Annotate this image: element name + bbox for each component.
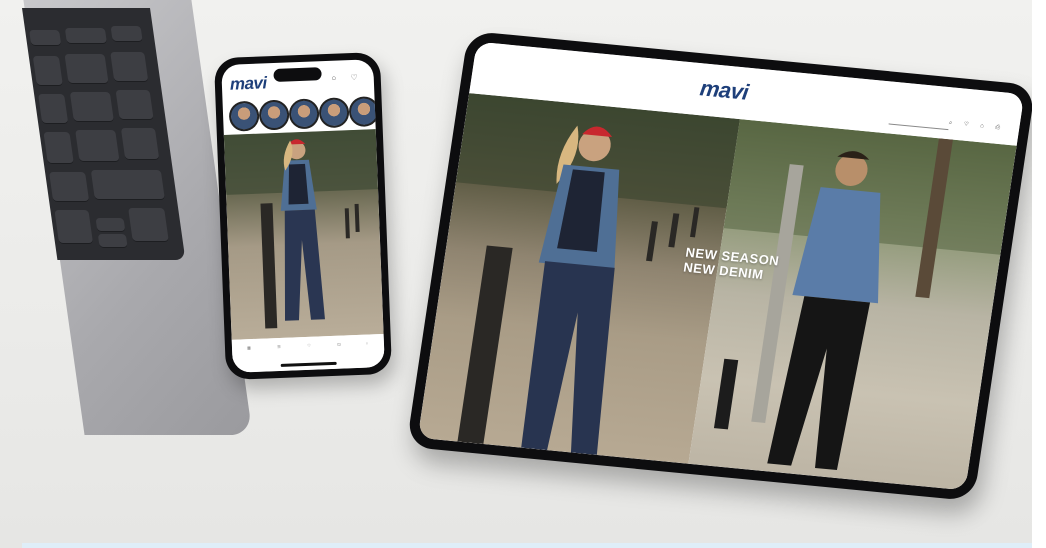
tab-home-icon[interactable]: ▦ <box>238 345 260 351</box>
tablet-brand-logo[interactable]: mavi <box>698 75 750 105</box>
tablet-header-icons[interactable]: ⌕ ♡ ⌂ ⎙ <box>948 120 1005 132</box>
story-avatar[interactable] <box>348 96 380 128</box>
story-avatar[interactable] <box>288 98 320 130</box>
phone-brand-logo[interactable]: mavi <box>230 73 267 94</box>
tablet-hero-banner[interactable]: NEW SEASON NEW DENIM <box>417 93 1017 491</box>
right-margin <box>1032 0 1046 548</box>
phone-header-icons[interactable]: ○ ♡ <box>331 73 364 83</box>
bottom-strip <box>22 543 1032 548</box>
story-avatar[interactable] <box>318 97 350 129</box>
smartphone: mavi ○ ♡ ▦ ☰ ♡ ⊡ ○ <box>213 51 393 381</box>
phone-hero-image[interactable] <box>223 129 384 340</box>
tab-categories-icon[interactable]: ☰ <box>268 344 290 350</box>
phone-notch <box>273 67 322 83</box>
story-avatar[interactable] <box>228 100 260 132</box>
hero-right-photo <box>688 119 1017 491</box>
tablet: mavi ⌕ ♡ ⌂ ⎙ NEW SEASON NEW DENIM <box>406 30 1036 502</box>
tab-cart-icon[interactable]: ⊡ <box>328 341 350 347</box>
phone-screen: mavi ○ ♡ ▦ ☰ ♡ ⊡ ○ <box>221 59 385 373</box>
tab-account-icon[interactable]: ○ <box>356 340 378 346</box>
hero-left-photo <box>417 93 740 464</box>
phone-tab-bar: ▦ ☰ ♡ ⊡ ○ <box>231 333 385 373</box>
story-carousel[interactable] <box>228 96 380 132</box>
product-mockup-scene: mavi ○ ♡ ▦ ☰ ♡ ⊡ ○ mavi ⌕ ♡ ⌂ ⎙ NEW SEAS… <box>0 0 1046 548</box>
tablet-search-input[interactable] <box>888 115 950 131</box>
laptop <box>22 0 253 440</box>
phone-hero-figure <box>223 129 379 329</box>
tab-favorites-icon[interactable]: ♡ <box>298 342 320 348</box>
story-avatar[interactable] <box>258 99 290 131</box>
hero-right-figure <box>713 119 1017 471</box>
hero-left-figure <box>455 93 740 455</box>
tablet-screen: mavi ⌕ ♡ ⌂ ⎙ NEW SEASON NEW DENIM <box>417 41 1025 491</box>
